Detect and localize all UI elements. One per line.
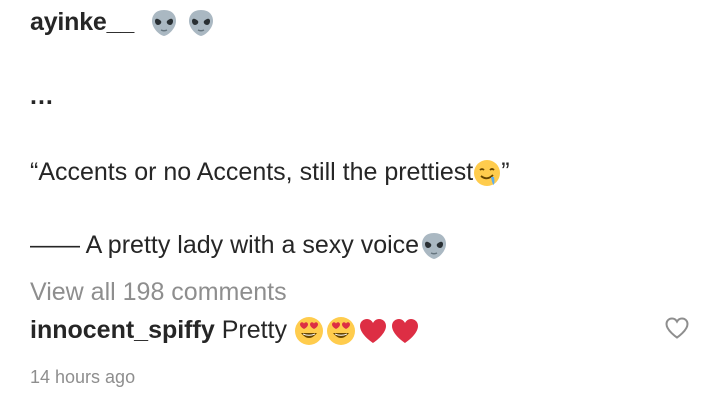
heart-outline-icon [664,317,690,344]
caption-ellipsis: ... [30,82,54,110]
comment-text: Pretty [214,316,294,344]
drooling-face-icon [473,159,501,187]
heart-eyes-icon [294,316,324,346]
caption-text: —— A pretty lady with a sexy voice [30,231,420,259]
alien-icon [186,8,216,38]
comment-like-button[interactable] [664,316,690,340]
caption-text: “Accents or no Accents, still the pretti… [30,158,474,186]
alien-icon [149,8,179,38]
comment-row: innocent_spiffy Pretty [30,316,420,346]
comment-timestamp: 14 hours ago [30,367,136,387]
comment-username[interactable]: innocent_spiffy [30,316,215,344]
caption-close-quote: ” [501,158,510,186]
caption-line-2: —— A pretty lady with a sexy voice [30,231,449,261]
view-all-comments-link[interactable]: View all 198 comments [30,278,287,307]
heart-eyes-icon [326,316,356,346]
post-username[interactable]: ayinke__ [30,8,134,36]
red-heart-icon [390,317,420,345]
alien-icon [419,231,449,261]
red-heart-icon [358,317,388,345]
post-author-row: ayinke__ [30,8,216,38]
caption-line-1: “Accents or no Accents, still the pretti… [30,158,510,187]
